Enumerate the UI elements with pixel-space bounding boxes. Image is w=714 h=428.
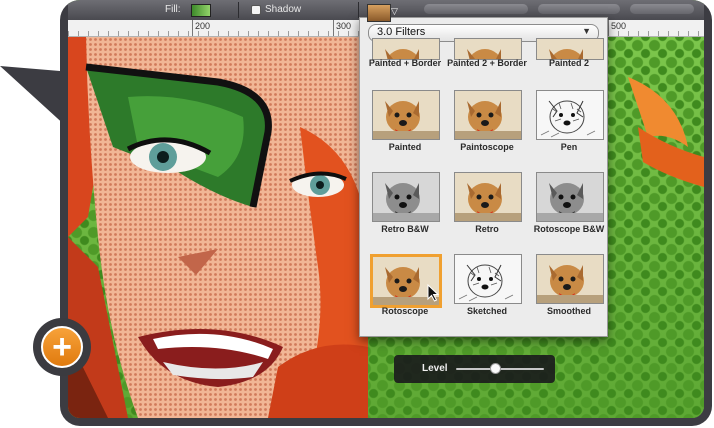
screenshot-frame: Fill: Shadow 200 300 500 ▽ 3.0 Filters ▼… [60,0,712,426]
filter-menu-trigger[interactable]: ▽ [367,4,403,22]
filter-picker-panel: 3.0 Filters ▼ Painted + Border Painted 2 … [359,17,608,337]
filter-preview-thumbnail [536,38,604,60]
add-button[interactable]: + [33,318,91,376]
toolbar-divider [358,2,359,18]
ruler-number: 500 [611,21,627,31]
filter-preview-thumbnail [454,254,522,304]
fill-color-swatch[interactable] [191,4,211,17]
toolbar-divider [238,2,239,18]
filter-preview-thumbnail [454,90,522,140]
toolbar-pill-control[interactable] [538,4,620,14]
filter-option-label: Painted + Border [368,58,442,68]
filter-preview-thumbnail [536,90,604,140]
shadow-label: Shadow [265,4,302,15]
filter-preview-thumbnail [536,172,604,222]
filter-option-label: Rotoscope B&W [533,224,605,234]
filter-option-label: Paintoscope [460,142,514,152]
filter-option-label: Painted 2 [548,58,589,68]
filter-set-value: 3.0 Filters [377,26,426,38]
ruler-tick [192,20,193,36]
editor-window: Fill: Shadow 200 300 500 ▽ 3.0 Filters ▼… [68,0,704,418]
level-label: Level [422,363,448,374]
ruler-number: 200 [195,21,211,31]
level-control: Level [394,355,555,383]
chevron-down-icon: ▼ [582,26,591,36]
ruler-tick [333,20,334,36]
filter-preview-thumbnail [372,38,440,60]
ruler-number: 300 [336,21,352,31]
filter-preview-thumbnail [536,254,604,304]
filter-option-label: Retro [475,224,499,234]
filter-option-label: Smoothed [547,306,591,316]
level-slider-thumb[interactable] [490,363,502,374]
fill-label: Fill: [165,4,181,15]
triangle-down-icon: ▽ [391,6,398,16]
add-button-circle: + [41,326,83,368]
filter-preview-thumbnail [372,90,440,140]
filter-preview-thumbnail [454,172,522,222]
filter-option-label: Painted [388,142,422,152]
filter-option-label: Painted 2 + Border [447,58,527,68]
ruler-tick [608,20,609,36]
filter-option-label: Pen [560,142,578,152]
shadow-checkbox[interactable] [251,5,261,15]
filter-option-label: Rotoscope [381,306,429,316]
filter-option-label: Sketched [466,306,508,316]
plus-icon: + [52,328,72,366]
arrow-cursor-icon [427,284,440,302]
toolbar-pill-control[interactable] [630,4,694,14]
toolbar-pill-control[interactable] [424,4,528,14]
filter-preview-thumbnail [372,172,440,222]
filter-preview-thumbnail [454,38,522,60]
filter-thumbnail [367,4,391,22]
filter-option-label: Retro B&W [381,224,429,234]
